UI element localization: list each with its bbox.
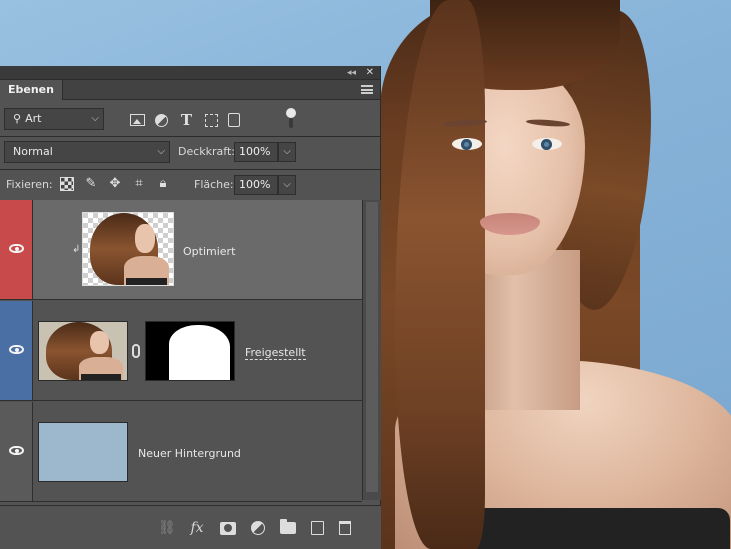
scrollbar-thumb[interactable] bbox=[366, 202, 378, 492]
layer-thumbnail[interactable] bbox=[38, 422, 128, 482]
fill-dropdown-icon[interactable]: ⌵ bbox=[278, 175, 296, 195]
adjustment-filter-icon[interactable] bbox=[155, 113, 168, 127]
close-panel-icon[interactable]: ✕ bbox=[366, 66, 374, 80]
layer-thumbnail[interactable] bbox=[38, 321, 128, 381]
fx-icon[interactable]: fx bbox=[189, 520, 205, 536]
thumbnail-image bbox=[83, 213, 173, 285]
blend-mode-dropdown[interactable]: Normal ⌵ bbox=[4, 141, 170, 163]
right-eye bbox=[532, 138, 562, 150]
left-eye bbox=[452, 138, 482, 150]
opacity-input[interactable]: 100% bbox=[234, 142, 278, 162]
shape-filter-icon[interactable] bbox=[205, 113, 218, 127]
add-mask-icon[interactable] bbox=[220, 521, 236, 535]
visibility-toggle[interactable] bbox=[0, 402, 33, 501]
panel-menu-icon[interactable] bbox=[361, 85, 373, 94]
layer-row-neuer-hintergrund[interactable]: Neuer Hintergrund bbox=[0, 402, 362, 502]
tab-layers[interactable]: Ebenen bbox=[0, 80, 63, 100]
layer-mask-thumbnail[interactable] bbox=[145, 321, 235, 381]
opacity-label: Deckkraft: bbox=[178, 145, 235, 158]
fill-input[interactable]: 100% bbox=[234, 175, 278, 195]
new-group-icon[interactable] bbox=[280, 519, 296, 534]
link-layers-icon[interactable]: ⛓ bbox=[158, 520, 176, 536]
layer-name[interactable]: Freigestellt bbox=[245, 346, 306, 360]
lock-row: Fixieren: ✎ ✥ ⌗ 🔒︎ Fläche: 100% ⌵ bbox=[0, 170, 380, 202]
layers-list: ↲ Optimiert Freigestellt Neuer Hintergru… bbox=[0, 200, 381, 505]
search-icon: ⚲ bbox=[13, 112, 22, 125]
layers-scrollbar[interactable] bbox=[362, 200, 381, 500]
toolbar-icons: ⛓ fx bbox=[158, 519, 351, 536]
visibility-toggle[interactable] bbox=[0, 301, 33, 400]
lock-transparency-icon[interactable] bbox=[60, 177, 74, 191]
blend-mode-value: Normal bbox=[13, 145, 53, 158]
trash-icon[interactable] bbox=[339, 521, 351, 535]
visibility-toggle[interactable] bbox=[0, 200, 33, 299]
type-filter-icon[interactable]: T bbox=[178, 111, 195, 129]
lock-label: Fixieren: bbox=[6, 178, 53, 191]
clipping-arrow-icon: ↲ bbox=[72, 244, 81, 255]
filter-kind-value: Art bbox=[25, 112, 42, 125]
new-layer-icon[interactable] bbox=[311, 521, 324, 535]
panel-tabbar: Ebenen bbox=[0, 80, 380, 100]
lock-icons: ✎ ✥ ⌗ 🔒︎ bbox=[60, 177, 170, 191]
chevron-down-icon: ⌵ bbox=[91, 113, 99, 124]
layers-bottom-toolbar: ⛓ fx bbox=[0, 505, 381, 549]
layer-name[interactable]: Neuer Hintergrund bbox=[138, 447, 241, 460]
blend-row: Normal ⌵ Deckkraft: 100% ⌵ bbox=[0, 137, 380, 169]
filter-kind-dropdown[interactable]: ⚲ Art ⌵ bbox=[4, 108, 104, 130]
lock-pixels-icon[interactable]: ✎ bbox=[84, 177, 98, 191]
layer-thumbnail[interactable] bbox=[82, 212, 174, 286]
eye-icon bbox=[9, 244, 24, 253]
lock-position-icon[interactable]: ✥ bbox=[108, 177, 122, 191]
filter-icons: T bbox=[130, 110, 240, 130]
new-adjustment-icon[interactable] bbox=[251, 521, 265, 535]
layer-row-optimiert[interactable]: ↲ Optimiert bbox=[0, 200, 362, 300]
chevron-down-icon: ⌵ bbox=[157, 146, 165, 157]
lock-all-icon[interactable]: 🔒︎ bbox=[156, 177, 170, 191]
layer-name[interactable]: Optimiert bbox=[183, 245, 235, 258]
filter-toggle-switch[interactable] bbox=[286, 108, 296, 130]
layers-panel: ◂◂ ✕ Ebenen ⚲ Art ⌵ T Normal ⌵ Deckkraft:… bbox=[0, 66, 381, 549]
chain-link-icon[interactable] bbox=[132, 344, 140, 358]
filter-row: ⚲ Art ⌵ T bbox=[0, 104, 380, 136]
eye-icon bbox=[9, 345, 24, 354]
collapse-panel-icon[interactable]: ◂◂ bbox=[347, 66, 356, 80]
eye-icon bbox=[9, 446, 24, 455]
layer-row-freigestellt[interactable]: Freigestellt bbox=[0, 301, 362, 401]
panel-title-bar[interactable]: ◂◂ ✕ bbox=[0, 66, 380, 80]
fill-label: Fläche: bbox=[194, 178, 234, 191]
image-filter-icon[interactable] bbox=[130, 114, 145, 126]
thumbnail-image bbox=[39, 322, 127, 380]
lock-artboard-icon[interactable]: ⌗ bbox=[132, 177, 146, 191]
smart-object-filter-icon[interactable] bbox=[228, 113, 240, 127]
opacity-dropdown-icon[interactable]: ⌵ bbox=[278, 142, 296, 162]
